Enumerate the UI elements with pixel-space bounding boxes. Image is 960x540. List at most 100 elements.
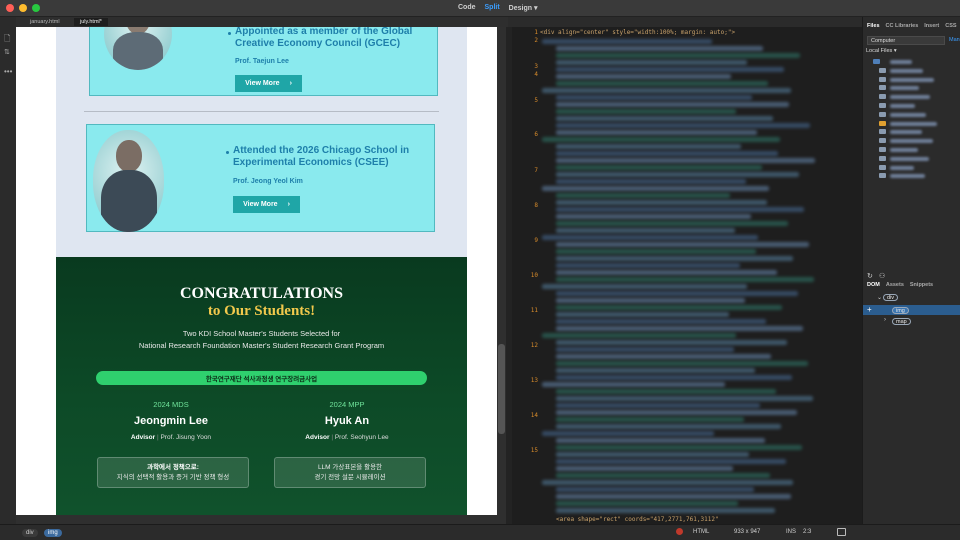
split-view-button[interactable]: Split bbox=[485, 4, 500, 12]
manage-sites-link[interactable]: Man bbox=[949, 37, 960, 43]
file-tree-row[interactable] bbox=[867, 173, 957, 180]
file-tree-row[interactable] bbox=[867, 120, 957, 128]
tab-cc-libraries[interactable]: CC Libraries bbox=[886, 23, 919, 29]
view-more-button[interactable]: View More › bbox=[235, 75, 302, 92]
blurred-code-line bbox=[556, 102, 789, 107]
tab-january[interactable]: january.html bbox=[24, 18, 66, 26]
title-bar: Code Split Design ▾ bbox=[0, 0, 960, 17]
dom-node-img[interactable]: img bbox=[892, 307, 909, 314]
code-view-button[interactable]: Code bbox=[458, 4, 476, 12]
bullet-icon bbox=[226, 151, 229, 154]
scrollbar-thumb[interactable] bbox=[498, 344, 505, 434]
blurred-code-line bbox=[542, 480, 793, 485]
dom-node-map[interactable]: map bbox=[892, 318, 911, 325]
file-tree-row[interactable] bbox=[867, 138, 957, 145]
blurred-code-line bbox=[556, 452, 749, 457]
file-icon bbox=[879, 94, 886, 100]
blurred-code-line bbox=[556, 207, 804, 212]
view-more-button[interactable]: View More › bbox=[233, 196, 300, 213]
file-icon bbox=[873, 59, 880, 64]
tab-insert[interactable]: Insert bbox=[924, 23, 939, 29]
blurred-code-line bbox=[556, 81, 768, 86]
file-icon bbox=[879, 120, 886, 126]
tab-july[interactable]: july.html* bbox=[74, 18, 108, 26]
file-tree-row[interactable] bbox=[867, 129, 957, 136]
blurred-code-line bbox=[556, 501, 738, 506]
file-tree-row[interactable] bbox=[867, 76, 957, 84]
photo-body bbox=[100, 170, 157, 232]
insert-mode: INS bbox=[786, 529, 797, 535]
file-tree-row[interactable] bbox=[867, 147, 957, 154]
file-icon bbox=[879, 67, 886, 73]
blurred-code-line bbox=[556, 396, 813, 401]
live-view-vertical-scrollbar[interactable] bbox=[497, 27, 506, 515]
file-icon[interactable]: 🗋 bbox=[4, 33, 10, 47]
topic-line2: 지식의 선택적 활용과 증거 기반 정책 형성 bbox=[116, 474, 230, 481]
blurred-code-line bbox=[542, 186, 769, 191]
research-topic-box: LLM 가상표본을 활용한 경기 전망 설문 시뮬레이션 bbox=[274, 457, 426, 488]
chevron-right-icon: › bbox=[287, 201, 290, 208]
file-name-blurred bbox=[890, 156, 929, 161]
topic-line1: 과학에서 정책으로: bbox=[147, 464, 199, 471]
file-tree-row[interactable] bbox=[867, 111, 957, 119]
selected-dom-row[interactable] bbox=[863, 305, 960, 315]
file-tree-row[interactable] bbox=[867, 164, 957, 172]
code-editor[interactable]: 1 2 3 4 5 6 7 8 9 10 11 12 13 14 15 <div… bbox=[512, 27, 862, 524]
dom-node-div[interactable]: div bbox=[883, 294, 899, 301]
files-panel: Files CC Libraries Insert CSS Computer M… bbox=[862, 17, 960, 524]
file-tree-row[interactable] bbox=[867, 94, 957, 101]
blurred-code-line bbox=[556, 109, 736, 114]
language-select[interactable]: HTML bbox=[693, 529, 709, 535]
blurred-code-line bbox=[556, 466, 733, 471]
line-number: 14 bbox=[530, 412, 538, 419]
line-number: 5 bbox=[534, 97, 538, 104]
link-icon[interactable]: ⚇ bbox=[879, 272, 885, 280]
line-number: 9 bbox=[534, 237, 538, 244]
line-number: 11 bbox=[530, 307, 538, 314]
blurred-code-line bbox=[556, 438, 765, 443]
tab-dom[interactable]: DOM bbox=[867, 282, 880, 288]
refresh-icon[interactable]: ↻ bbox=[867, 272, 873, 280]
blurred-code-line bbox=[556, 291, 798, 296]
file-tree-row[interactable] bbox=[867, 155, 957, 163]
add-element-icon[interactable]: + bbox=[867, 305, 872, 314]
preview-icon[interactable] bbox=[837, 528, 846, 536]
chevron-down-icon[interactable]: ⌄ bbox=[877, 294, 882, 301]
minimize-window-button[interactable] bbox=[19, 4, 27, 12]
blurred-code-line bbox=[556, 74, 731, 79]
file-icon bbox=[879, 173, 886, 179]
more-icon[interactable]: ••• bbox=[4, 67, 12, 76]
file-tree-row[interactable] bbox=[867, 59, 957, 66]
tab-css[interactable]: CSS bbox=[945, 23, 956, 29]
breadcrumb-img[interactable]: img bbox=[44, 529, 62, 537]
line-number: 12 bbox=[530, 342, 538, 349]
tab-assets[interactable]: Assets bbox=[886, 282, 904, 288]
file-tree-row[interactable] bbox=[867, 67, 957, 75]
design-view-button[interactable]: Design ▾ bbox=[509, 4, 538, 12]
line-number: 2 bbox=[534, 37, 538, 44]
blurred-code-line bbox=[556, 298, 745, 303]
window-controls bbox=[6, 4, 40, 12]
error-status-icon[interactable] bbox=[676, 528, 683, 535]
tab-files[interactable]: Files bbox=[867, 23, 880, 29]
breadcrumb-div[interactable]: div bbox=[22, 529, 38, 537]
chevron-right-icon[interactable]: › bbox=[884, 317, 886, 323]
file-tree-row[interactable] bbox=[867, 85, 957, 92]
tab-snippets[interactable]: Snippets bbox=[910, 282, 933, 288]
file-tree-row[interactable] bbox=[867, 103, 957, 110]
advisor-label: Advisor bbox=[305, 434, 330, 441]
line-number: 4 bbox=[534, 71, 538, 78]
location-select[interactable]: Computer bbox=[867, 36, 945, 45]
view-more-label: View More bbox=[245, 80, 280, 87]
sort-icon[interactable]: ⇅ bbox=[4, 48, 10, 56]
card-professor: Prof. Taejun Lee bbox=[235, 58, 289, 65]
local-files-header[interactable]: Local Files ▾ bbox=[866, 48, 897, 54]
status-bar: div img HTML 933 x 947 INS 2:3 bbox=[0, 524, 960, 540]
blurred-code-line bbox=[542, 235, 758, 240]
file-name-blurred bbox=[890, 77, 934, 82]
close-window-button[interactable] bbox=[6, 4, 14, 12]
zoom-window-button[interactable] bbox=[32, 4, 40, 12]
window-size[interactable]: 933 x 947 bbox=[734, 529, 760, 535]
file-name-blurred bbox=[890, 104, 915, 108]
live-view-horizontal-scrollbar[interactable] bbox=[16, 515, 506, 524]
